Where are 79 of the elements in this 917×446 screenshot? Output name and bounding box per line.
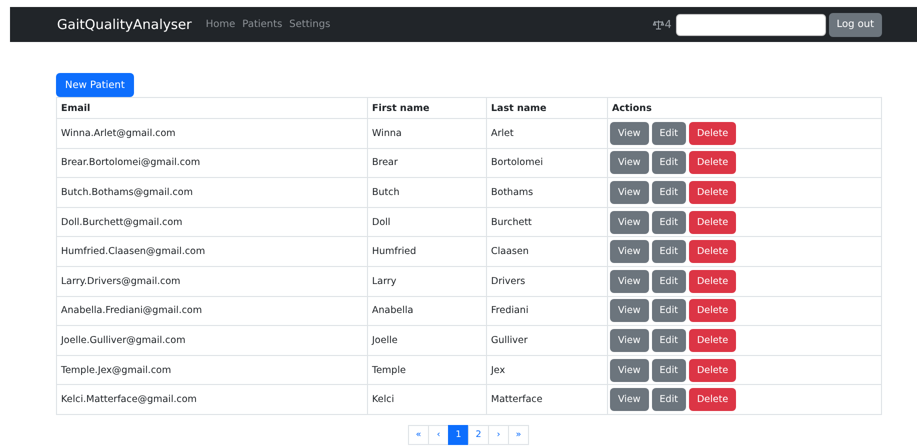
email-cell: Humfried.Claasen@gmail.com bbox=[61, 246, 206, 258]
last-name-cell: Matterface bbox=[491, 394, 542, 406]
logout-button[interactable]: Log out bbox=[828, 12, 882, 36]
nav-link[interactable]: Settings bbox=[289, 19, 330, 30]
notification-count: 4 bbox=[664, 18, 672, 31]
first-name-cell: Butch bbox=[372, 186, 400, 198]
action-button[interactable]: Delete bbox=[688, 388, 736, 412]
column-header: Last name bbox=[491, 102, 546, 114]
new-patient-button[interactable]: New Patient bbox=[56, 73, 134, 97]
last-name-cell: Drivers bbox=[491, 276, 526, 287]
action-button[interactable]: Edit bbox=[652, 388, 686, 412]
action-button[interactable]: View bbox=[610, 210, 649, 234]
action-button[interactable]: Delete bbox=[688, 122, 736, 145]
action-button[interactable]: Edit bbox=[652, 358, 686, 382]
email-cell: Kelci.Matterface@gmail.com bbox=[61, 394, 197, 406]
email-cell: Temple.Jex@gmail.com bbox=[61, 364, 172, 376]
action-button[interactable]: View bbox=[610, 299, 649, 322]
action-button[interactable]: Edit bbox=[652, 270, 686, 293]
last-name-cell: Frediani bbox=[491, 305, 528, 316]
action-button[interactable]: Delete bbox=[688, 328, 736, 352]
last-name-cell: Bortolomei bbox=[491, 157, 543, 168]
action-button[interactable]: Delete bbox=[688, 299, 736, 322]
email-cell: Anabella.Frediani@gmail.com bbox=[61, 305, 202, 316]
last-name-cell: Bothams bbox=[491, 186, 534, 198]
action-button[interactable]: Delete bbox=[688, 180, 736, 204]
action-button[interactable]: Edit bbox=[652, 210, 686, 234]
action-button[interactable]: Delete bbox=[688, 358, 736, 382]
first-name-cell: Doll bbox=[372, 216, 390, 228]
first-name-cell: Anabella bbox=[372, 305, 414, 316]
first-name-cell: Brear bbox=[372, 157, 398, 168]
last-name-cell: Claasen bbox=[491, 246, 529, 258]
action-button[interactable]: Delete bbox=[688, 270, 736, 293]
action-button[interactable]: View bbox=[610, 240, 649, 264]
action-button[interactable]: Edit bbox=[652, 122, 686, 145]
action-button[interactable]: View bbox=[610, 180, 649, 204]
action-button[interactable]: View bbox=[610, 122, 649, 145]
column-header: Actions bbox=[612, 102, 652, 114]
action-button[interactable]: Edit bbox=[652, 151, 686, 174]
action-button[interactable]: Edit bbox=[652, 240, 686, 264]
action-button[interactable]: Delete bbox=[688, 240, 736, 264]
action-button[interactable]: View bbox=[610, 151, 649, 174]
action-button[interactable]: Edit bbox=[652, 180, 686, 204]
page-link[interactable]: « bbox=[408, 424, 429, 445]
email-cell: Brear.Bortolomei@gmail.com bbox=[61, 157, 200, 168]
email-cell: Winna.Arlet@gmail.com bbox=[61, 128, 176, 139]
action-button[interactable]: Delete bbox=[688, 210, 736, 234]
action-button[interactable]: Edit bbox=[652, 328, 686, 352]
email-cell: Joelle.Gulliver@gmail.com bbox=[61, 334, 186, 346]
first-name-cell: Joelle bbox=[372, 334, 398, 346]
page-link[interactable]: 2 bbox=[468, 424, 489, 445]
first-name-cell: Kelci bbox=[372, 394, 394, 406]
first-name-cell: Larry bbox=[372, 276, 396, 287]
email-cell: Larry.Drivers@gmail.com bbox=[61, 276, 180, 287]
action-button[interactable]: View bbox=[610, 388, 649, 412]
last-name-cell: Arlet bbox=[491, 128, 514, 139]
last-name-cell: Gulliver bbox=[491, 334, 528, 346]
nav-link[interactable]: Patients bbox=[242, 19, 282, 30]
first-name-cell: Winna bbox=[372, 128, 402, 139]
scale-icon bbox=[652, 20, 664, 30]
action-button[interactable]: View bbox=[610, 270, 649, 293]
first-name-cell: Temple bbox=[372, 364, 406, 376]
column-header: Email bbox=[61, 102, 90, 114]
action-button[interactable]: View bbox=[610, 358, 649, 382]
column-header: First name bbox=[372, 102, 430, 114]
last-name-cell: Jex bbox=[491, 364, 506, 376]
page-link[interactable]: » bbox=[508, 424, 529, 445]
search-field[interactable] bbox=[676, 14, 826, 36]
page-link[interactable]: ‹ bbox=[428, 424, 449, 445]
page-link[interactable]: 1 bbox=[448, 424, 469, 445]
nav-link[interactable]: Home bbox=[206, 19, 236, 30]
action-button[interactable]: View bbox=[610, 328, 649, 352]
page-link[interactable]: › bbox=[488, 424, 509, 445]
email-cell: Doll.Burchett@gmail.com bbox=[61, 216, 182, 228]
last-name-cell: Burchett bbox=[491, 216, 532, 228]
action-button[interactable]: Edit bbox=[652, 299, 686, 322]
action-button[interactable]: Delete bbox=[688, 151, 736, 174]
first-name-cell: Humfried bbox=[372, 246, 416, 258]
email-cell: Butch.Bothams@gmail.com bbox=[61, 186, 193, 198]
brand-title[interactable]: GaitQualityAnalyser bbox=[57, 16, 192, 32]
